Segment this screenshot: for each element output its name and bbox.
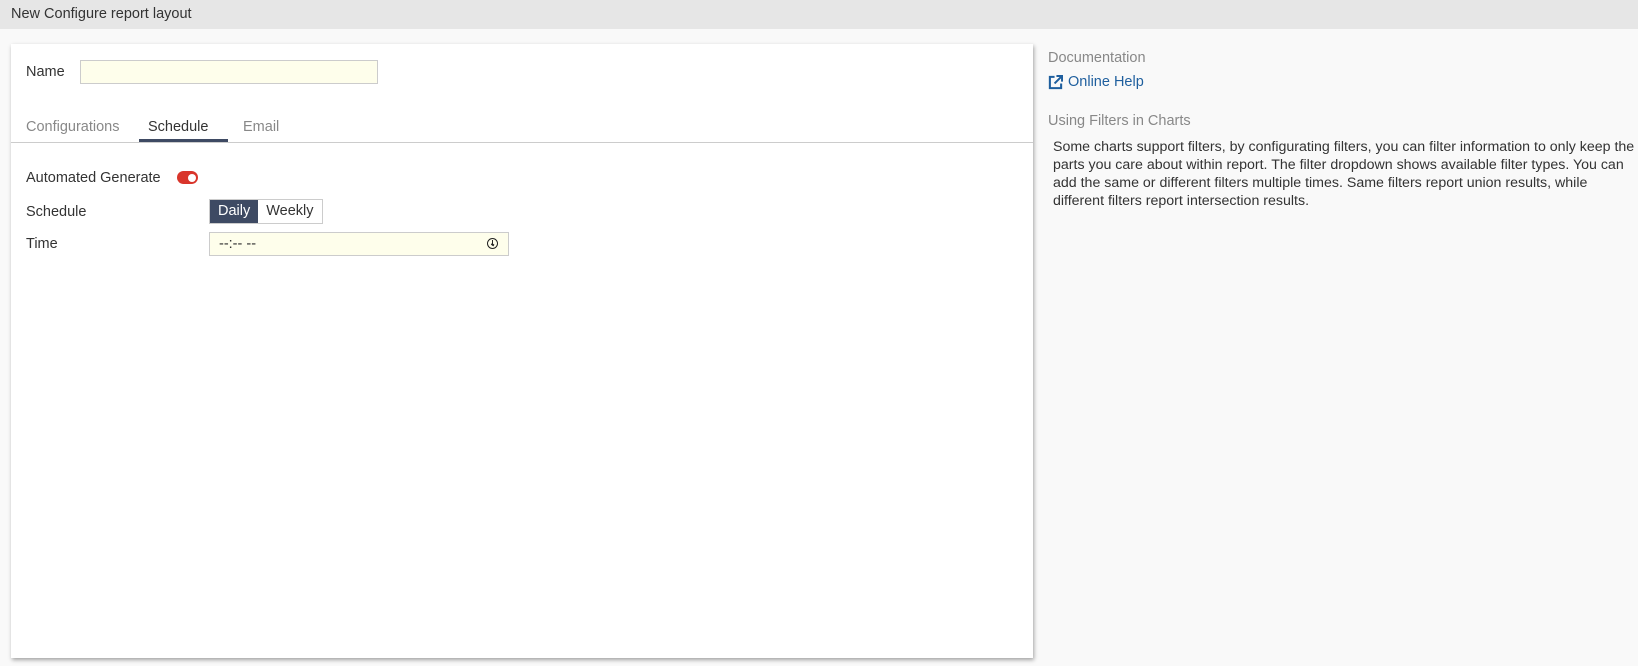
documentation-heading: Documentation bbox=[1048, 50, 1146, 66]
title-bar: New Configure report layout bbox=[0, 0, 1638, 29]
external-link-icon bbox=[1048, 74, 1063, 89]
tab-schedule[interactable]: Schedule bbox=[148, 119, 208, 135]
schedule-label: Schedule bbox=[26, 204, 87, 220]
online-help-label: Online Help bbox=[1068, 74, 1144, 90]
tab-configurations[interactable]: Configurations bbox=[26, 119, 120, 135]
automated-generate-label: Automated Generate bbox=[26, 170, 161, 186]
clock-icon[interactable] bbox=[487, 238, 498, 249]
time-label: Time bbox=[26, 236, 58, 252]
schedule-daily-button[interactable]: Daily bbox=[210, 200, 259, 223]
filters-heading: Using Filters in Charts bbox=[1048, 113, 1191, 129]
active-tab-indicator bbox=[139, 139, 228, 142]
window-title: New Configure report layout bbox=[11, 6, 192, 22]
time-value: --:-- -- bbox=[219, 236, 257, 252]
form-panel: Name Configurations Schedule Email Autom… bbox=[11, 44, 1033, 658]
name-input[interactable] bbox=[80, 60, 378, 84]
tab-bar: Configurations Schedule Email bbox=[11, 112, 1033, 143]
name-label: Name bbox=[26, 64, 65, 80]
schedule-weekly-button[interactable]: Weekly bbox=[258, 200, 321, 223]
schedule-selector: Daily Weekly bbox=[209, 199, 323, 224]
automated-generate-toggle[interactable] bbox=[177, 171, 198, 184]
filters-description: Some charts support filters, by configur… bbox=[1053, 139, 1635, 209]
tab-email[interactable]: Email bbox=[243, 119, 279, 135]
time-input[interactable]: --:-- -- bbox=[209, 232, 509, 256]
online-help-link[interactable]: Online Help bbox=[1048, 74, 1144, 90]
